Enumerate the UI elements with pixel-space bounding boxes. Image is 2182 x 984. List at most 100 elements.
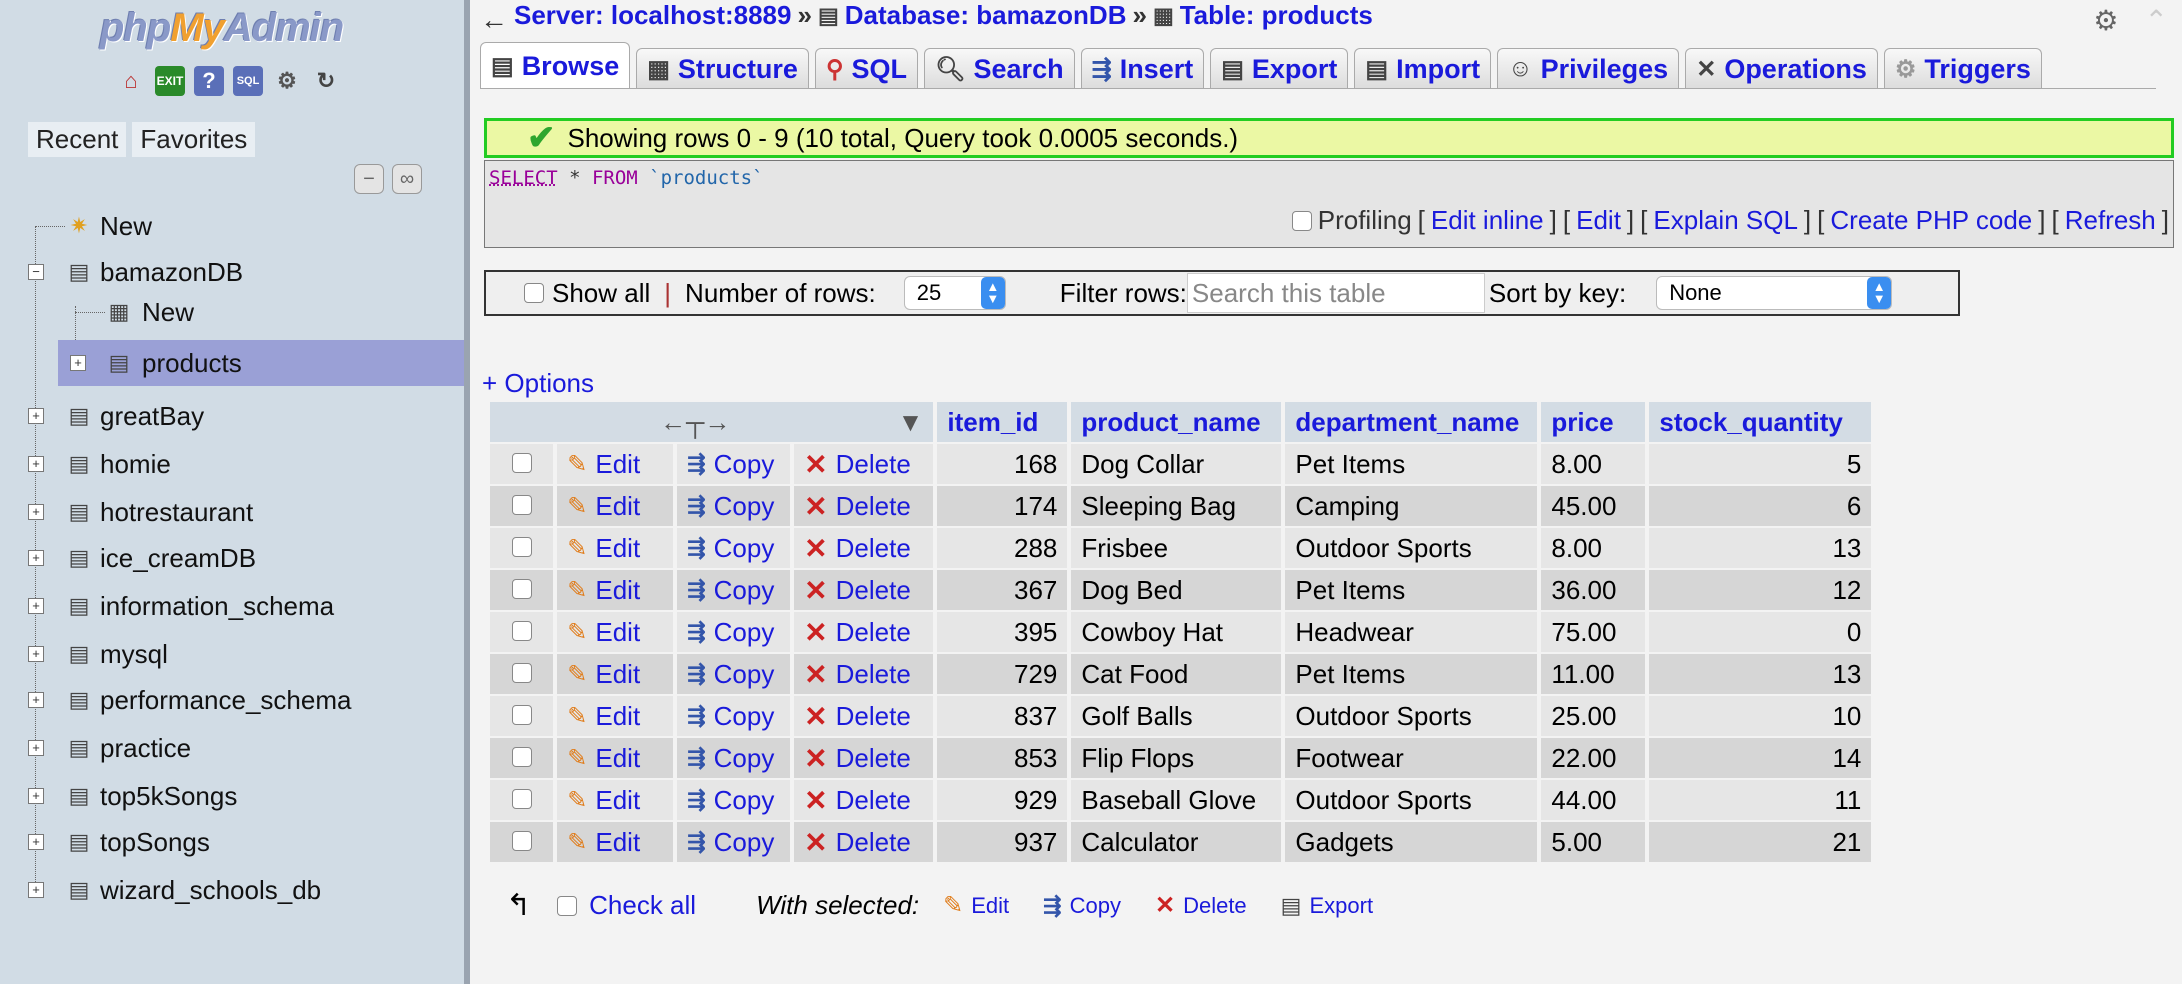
favorites-tab[interactable]: Favorites <box>132 122 256 157</box>
cell-product-name[interactable]: Sleeping Bag <box>1071 486 1282 526</box>
filter-rows-input[interactable] <box>1186 273 1485 313</box>
sort-by-key-select[interactable]: None ▲ ▼ <box>1656 276 1893 310</box>
cell-price[interactable]: 11.00 <box>1541 654 1646 694</box>
row-copy-button[interactable]: ⇶ Copy <box>687 701 780 732</box>
tab-search[interactable]: 🔍︎ Search <box>924 48 1075 89</box>
bulk-edit-button[interactable]: ✎ Edit <box>943 891 1009 920</box>
row-edit-button[interactable]: ✎ Edit <box>567 785 663 816</box>
row-delete-button[interactable]: ✕ Delete <box>804 826 923 859</box>
cell-product-name[interactable]: Cat Food <box>1071 654 1282 694</box>
tree-item-ice-creamdb[interactable]: + ▤ ice_creamDB <box>0 538 464 578</box>
home-icon[interactable]: ⌂ <box>116 66 146 96</box>
cell-item-id[interactable]: 367 <box>937 570 1068 610</box>
tree-item-mysql[interactable]: + ▤ mysql <box>0 634 464 674</box>
recent-tab[interactable]: Recent <box>28 122 127 157</box>
cell-product-name[interactable]: Baseball Glove <box>1071 780 1282 820</box>
sql-docs-icon[interactable]: SQL <box>233 66 263 96</box>
tab-privileges[interactable]: ☺ Privileges <box>1497 48 1680 89</box>
row-checkbox[interactable] <box>511 746 532 767</box>
cell-price[interactable]: 5.00 <box>1541 822 1646 862</box>
bulk-copy-button[interactable]: ⇶ Copy <box>1043 893 1121 919</box>
cell-price[interactable]: 8.00 <box>1541 444 1646 484</box>
cell-stock-quantity[interactable]: 13 <box>1649 528 1872 568</box>
row-delete-button[interactable]: ✕ Delete <box>804 784 923 817</box>
row-checkbox[interactable] <box>511 704 532 725</box>
row-delete-button[interactable]: ✕ Delete <box>804 658 923 691</box>
row-edit-button[interactable]: ✎ Edit <box>567 743 663 774</box>
tree-item-bamazondb[interactable]: − ▤ bamazonDB <box>0 252 464 292</box>
sql-query-text[interactable]: SELECT * FROM `products` <box>489 167 764 189</box>
row-copy-button[interactable]: ⇶ Copy <box>687 659 780 690</box>
tab-insert[interactable]: ⇶ Insert <box>1080 48 1205 89</box>
collapse-up-icon[interactable]: ⌃ <box>2145 4 2168 37</box>
column-header-item-id[interactable]: item_id <box>937 402 1068 442</box>
row-checkbox[interactable] <box>511 662 532 683</box>
row-copy-button[interactable]: ⇶ Copy <box>687 827 780 858</box>
cell-price[interactable]: 8.00 <box>1541 528 1646 568</box>
expand-icon[interactable]: + <box>28 788 44 804</box>
cell-stock-quantity[interactable]: 5 <box>1649 444 1872 484</box>
explain-sql-link[interactable]: Explain SQL <box>1653 205 1798 236</box>
column-header-product-name[interactable]: product_name <box>1071 402 1282 442</box>
cell-price[interactable]: 22.00 <box>1541 738 1646 778</box>
expand-icon[interactable]: + <box>28 456 44 472</box>
cell-department-name[interactable]: Gadgets <box>1285 822 1538 862</box>
cell-product-name[interactable]: Golf Balls <box>1071 696 1282 736</box>
cell-item-id[interactable]: 174 <box>937 486 1068 526</box>
cell-department-name[interactable]: Pet Items <box>1285 444 1538 484</box>
column-header-stock-quantity[interactable]: stock_quantity <box>1649 402 1872 442</box>
expand-icon[interactable]: + <box>28 598 44 614</box>
tree-item-top5ksongs[interactable]: + ▤ top5kSongs <box>0 776 464 816</box>
cell-item-id[interactable]: 837 <box>937 696 1068 736</box>
expand-icon[interactable]: + <box>28 408 44 424</box>
tree-item-hotrestaurant[interactable]: + ▤ hotrestaurant <box>0 492 464 532</box>
expand-icon[interactable]: + <box>28 550 44 566</box>
help-icon[interactable]: ? <box>194 66 224 96</box>
expand-icon[interactable]: + <box>28 882 44 898</box>
row-delete-button[interactable]: ✕ Delete <box>804 490 923 523</box>
tab-triggers[interactable]: ⚙ Triggers <box>1883 48 2042 89</box>
cell-stock-quantity[interactable]: 10 <box>1649 696 1872 736</box>
row-copy-button[interactable]: ⇶ Copy <box>687 449 780 480</box>
cell-department-name[interactable]: Outdoor Sports <box>1285 528 1538 568</box>
row-delete-button[interactable]: ✕ Delete <box>804 616 923 649</box>
tree-item-new-table[interactable]: ▦ New <box>0 292 464 332</box>
cell-item-id[interactable]: 168 <box>937 444 1068 484</box>
cell-stock-quantity[interactable]: 11 <box>1649 780 1872 820</box>
row-delete-button[interactable]: ✕ Delete <box>804 532 923 565</box>
collapse-icon[interactable]: − <box>28 264 44 280</box>
row-edit-button[interactable]: ✎ Edit <box>567 533 663 564</box>
tree-item-information-schema[interactable]: + ▤ information_schema <box>0 586 464 626</box>
row-copy-button[interactable]: ⇶ Copy <box>687 617 780 648</box>
bulk-delete-button[interactable]: ✕ Delete <box>1155 891 1247 920</box>
cell-stock-quantity[interactable]: 14 <box>1649 738 1872 778</box>
row-delete-button[interactable]: ✕ Delete <box>804 742 923 775</box>
cell-product-name[interactable]: Calculator <box>1071 822 1282 862</box>
sort-dropdown-icon[interactable]: ▼ <box>898 407 924 437</box>
row-edit-button[interactable]: ✎ Edit <box>567 617 663 648</box>
edit-link[interactable]: Edit <box>1576 205 1621 236</box>
tab-operations[interactable]: ✕ Operations <box>1685 48 1878 89</box>
link-with-main-icon[interactable]: ∞ <box>392 164 422 194</box>
tree-item-greatbay[interactable]: + ▤ greatBay <box>0 396 464 436</box>
row-edit-button[interactable]: ✎ Edit <box>567 449 663 480</box>
cell-item-id[interactable]: 395 <box>937 612 1068 652</box>
row-checkbox[interactable] <box>511 830 532 851</box>
tree-item-new[interactable]: ✷ New <box>0 206 464 246</box>
tree-item-performance-schema[interactable]: + ▤ performance_schema <box>0 680 464 720</box>
cell-product-name[interactable]: Dog Collar <box>1071 444 1282 484</box>
row-edit-button[interactable]: ✎ Edit <box>567 659 663 690</box>
cell-product-name[interactable]: Frisbee <box>1071 528 1282 568</box>
expand-icon[interactable]: + <box>28 504 44 520</box>
row-edit-button[interactable]: ✎ Edit <box>567 491 663 522</box>
cell-department-name[interactable]: Camping <box>1285 486 1538 526</box>
expand-icon[interactable]: + <box>28 646 44 662</box>
cell-item-id[interactable]: 937 <box>937 822 1068 862</box>
row-copy-button[interactable]: ⇶ Copy <box>687 785 780 816</box>
phpmyadmin-logo[interactable]: phpMyAdmin <box>100 6 344 51</box>
cell-price[interactable]: 44.00 <box>1541 780 1646 820</box>
column-header-price[interactable]: price <box>1541 402 1646 442</box>
row-delete-button[interactable]: ✕ Delete <box>804 700 923 733</box>
collapse-all-icon[interactable]: − <box>354 164 384 194</box>
refresh-link[interactable]: Refresh <box>2065 205 2156 236</box>
